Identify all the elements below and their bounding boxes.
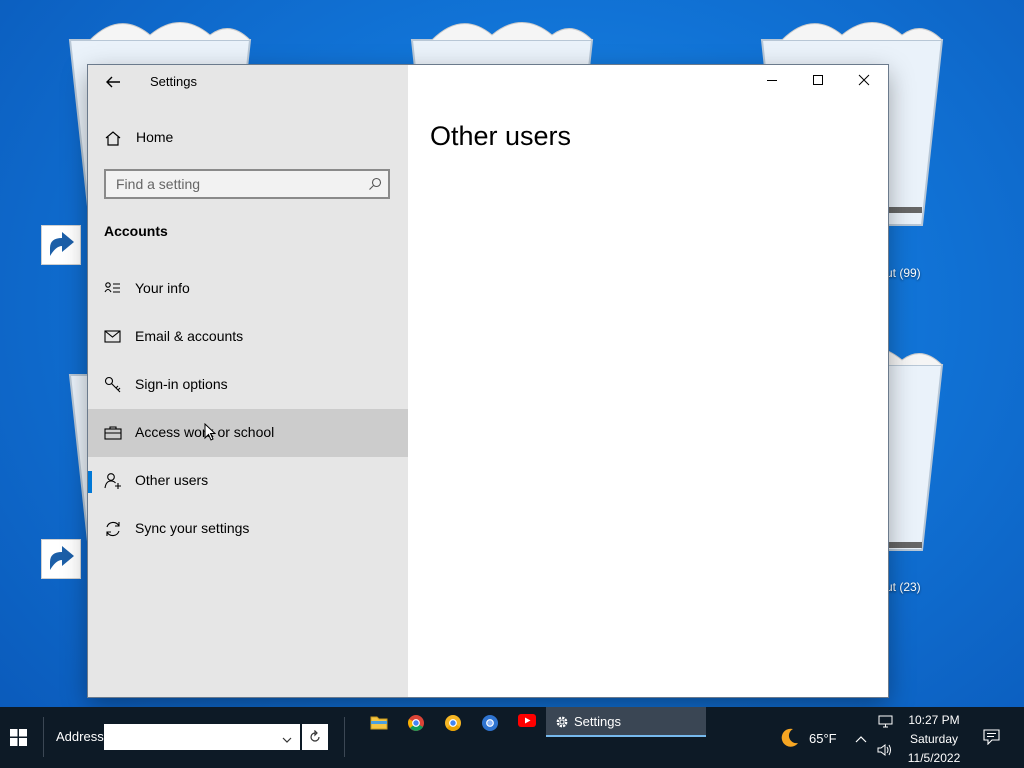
shortcut-icon[interactable] [41,539,81,579]
search-icon[interactable] [368,177,382,196]
mouse-cursor-icon [204,422,217,446]
file-explorer-icon[interactable] [361,707,397,737]
chevron-up-icon[interactable] [854,731,868,749]
clock-day: Saturday [909,732,959,746]
nav-item-label: Other users [135,472,209,488]
settings-window: Settings Home Accounts Your info Email & [88,65,888,697]
home-nav-item[interactable]: Home [88,123,408,153]
taskbar: Address Settings 65°F 10:27 PM Saturday … [0,707,1024,768]
chevron-down-icon[interactable] [282,732,292,750]
taskbar-separator [344,717,345,757]
volume-icon[interactable] [877,743,893,762]
nav-item-your-info[interactable]: Your info [88,265,408,313]
page-title: Other users [430,121,572,151]
start-button[interactable] [0,707,36,768]
settings-sidebar: Settings Home Accounts Your info Email & [88,65,408,697]
chrome-icon[interactable] [398,707,434,737]
taskbar-window-label: Settings [574,714,621,729]
nav-item-label: Sync your settings [135,520,250,536]
person-card-icon [104,280,122,298]
action-center-button[interactable] [974,707,1010,768]
nav-item-sign-in-options[interactable]: Sign-in options [88,361,408,409]
notification-icon [983,729,1000,745]
nav-item-sync-settings[interactable]: Sync your settings [88,505,408,553]
weather-moon-icon[interactable] [777,726,801,755]
maximize-button[interactable] [796,65,842,97]
mail-icon [104,328,122,346]
nav-item-label: Sign-in options [135,376,228,392]
window-title: Settings [150,74,197,89]
clock-date: 11/5/2022 [907,751,961,765]
selected-indicator [88,471,92,493]
address-label: Address [56,729,104,744]
back-arrow-icon[interactable] [102,71,124,93]
search-box[interactable] [104,169,390,199]
close-button[interactable] [842,65,888,97]
taskbar-settings-window[interactable]: Settings [546,707,706,737]
nav-item-label: Email & accounts [135,328,244,344]
gear-icon [555,715,569,734]
windows-logo-icon [10,729,27,746]
chrome-canary-icon[interactable] [435,707,471,737]
home-icon [104,129,122,152]
weather-temperature[interactable]: 65°F [809,731,837,746]
clock-time: 10:27 PM [908,713,960,727]
minimize-button[interactable] [750,65,796,97]
nav-item-label: Your info [135,280,190,296]
desktop-icon-label[interactable]: ut (23) [886,580,921,594]
shortcut-icon[interactable] [41,225,81,265]
network-icon[interactable] [878,715,894,734]
home-label: Home [136,129,174,145]
chromium-icon[interactable] [472,707,508,737]
sync-icon [104,520,122,538]
add-person-icon [104,472,122,490]
system-clock[interactable]: 10:27 PM Saturday 11/5/2022 [897,711,971,768]
search-input[interactable] [106,171,366,197]
nav-item-email-accounts[interactable]: Email & accounts [88,313,408,361]
address-input[interactable] [104,724,300,750]
refresh-button[interactable] [302,724,328,750]
nav-item-access-work-school[interactable]: Access work or school [88,409,408,457]
refresh-icon [310,730,320,742]
taskbar-separator [43,717,44,757]
section-heading: Accounts [104,223,168,239]
nav-item-other-users[interactable]: Other users [88,457,408,505]
desktop-icon-label[interactable]: ut (99) [886,266,921,280]
key-icon [104,376,122,394]
briefcase-icon [104,424,122,442]
youtube-icon[interactable] [509,707,545,737]
